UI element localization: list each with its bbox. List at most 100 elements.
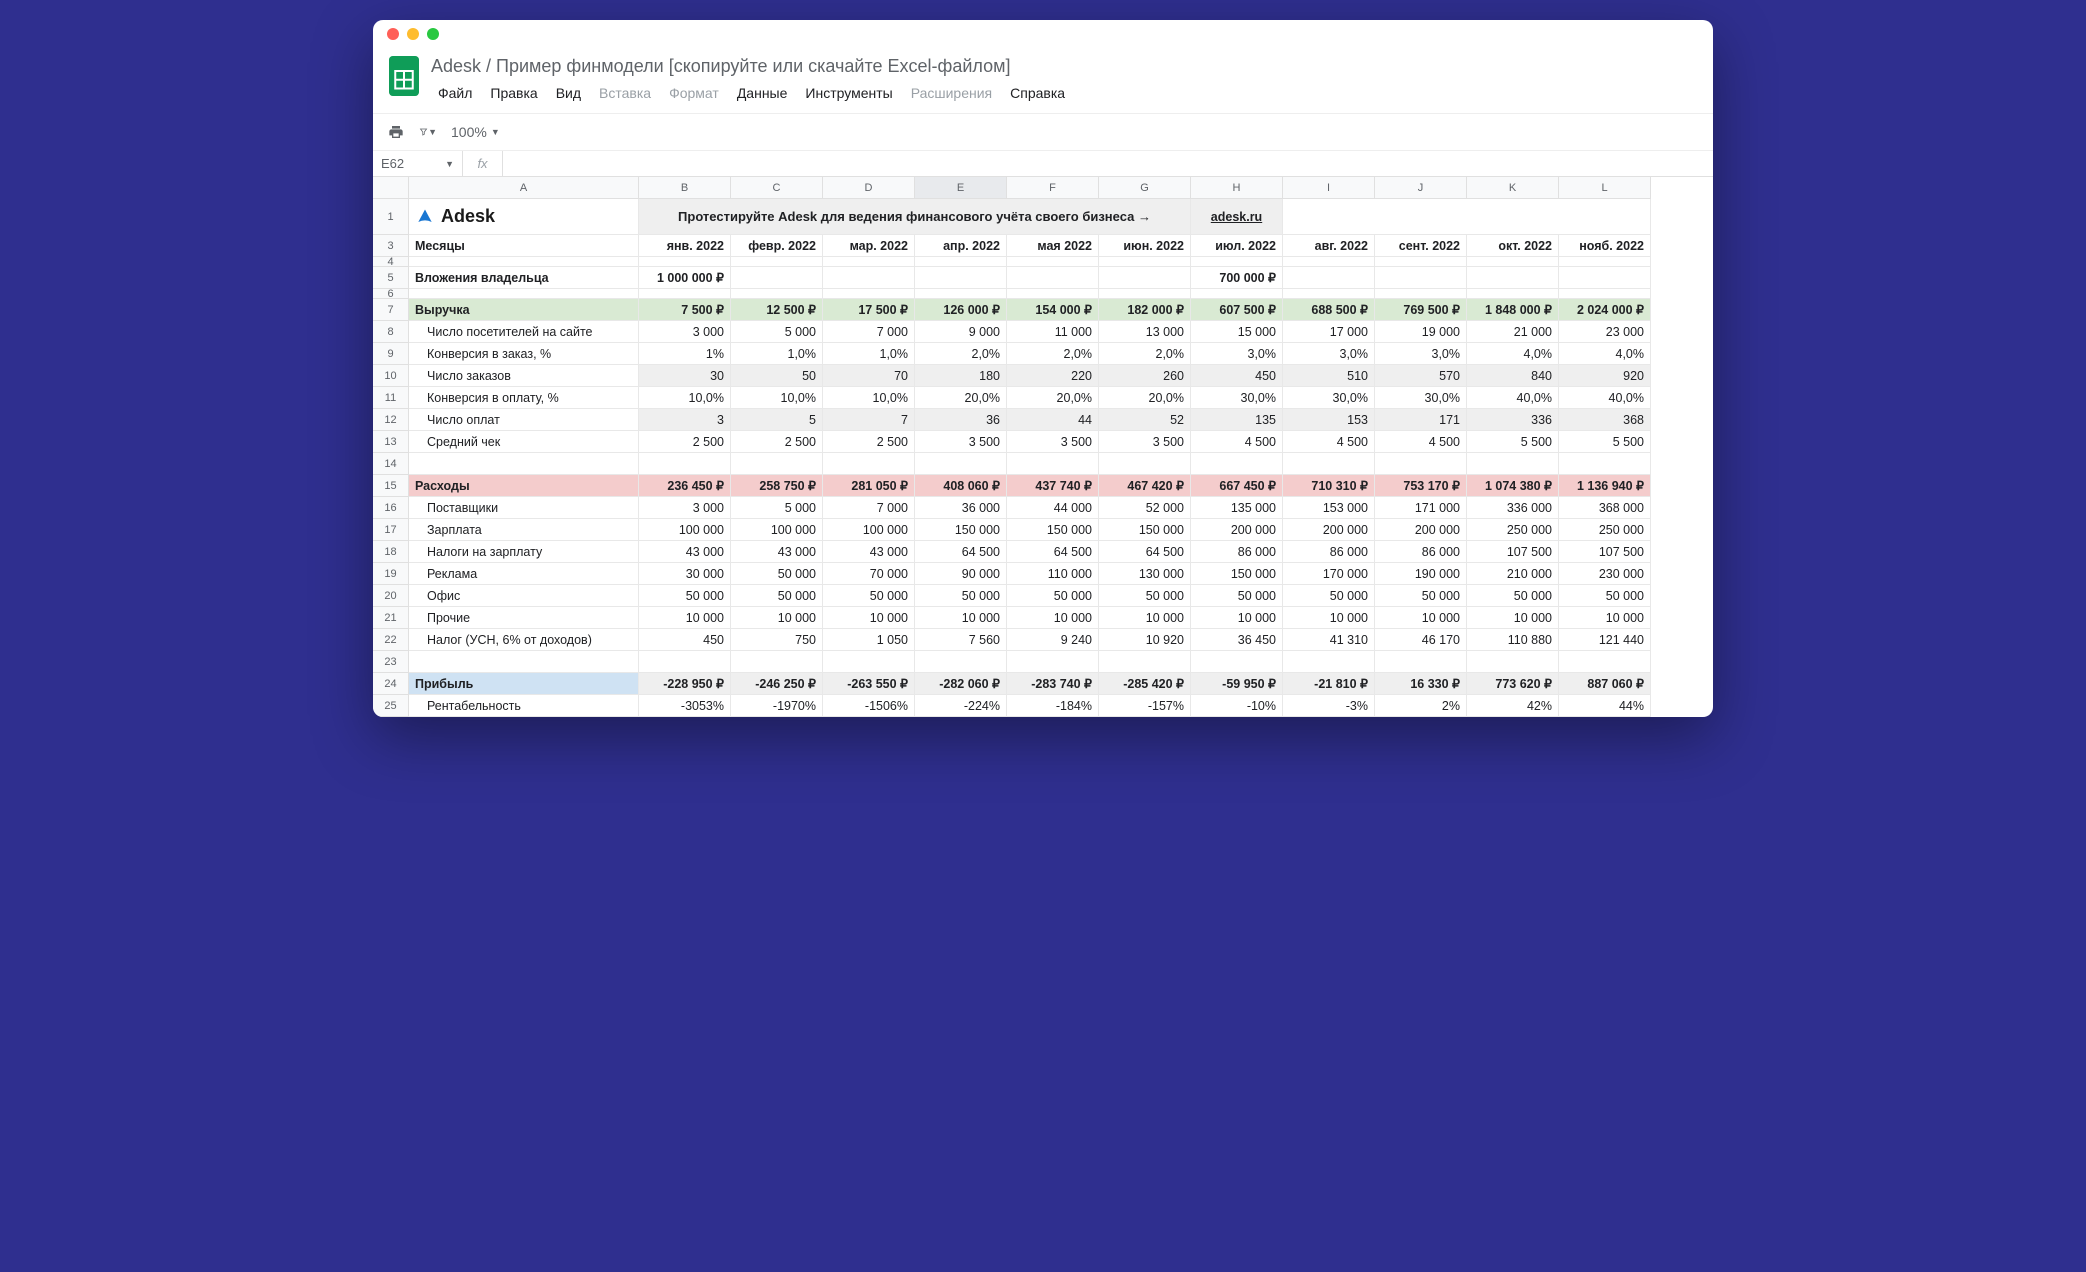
cell[interactable]: авг. 2022 (1283, 235, 1375, 257)
row-header[interactable]: 7 (373, 299, 409, 321)
cell[interactable]: 2,0% (1007, 343, 1099, 365)
cell[interactable]: 100 000 (639, 519, 731, 541)
cell[interactable]: 230 000 (1559, 563, 1651, 585)
cell[interactable]: мар. 2022 (823, 235, 915, 257)
cell[interactable]: 44 (1007, 409, 1099, 431)
row-label[interactable]: Рентабельность (409, 695, 639, 717)
cell[interactable] (1099, 453, 1191, 475)
cell[interactable]: 4 500 (1191, 431, 1283, 453)
cell[interactable]: 250 000 (1467, 519, 1559, 541)
cell[interactable] (1007, 257, 1099, 267)
cell[interactable]: 220 (1007, 365, 1099, 387)
cell[interactable]: 110 880 (1467, 629, 1559, 651)
cell[interactable]: 200 000 (1375, 519, 1467, 541)
cell[interactable]: 10 000 (823, 607, 915, 629)
cell[interactable]: 12 500 ₽ (731, 299, 823, 321)
cell[interactable]: 17 000 (1283, 321, 1375, 343)
cell[interactable] (409, 289, 639, 299)
cell[interactable]: 2% (1375, 695, 1467, 717)
cell[interactable]: 3,0% (1283, 343, 1375, 365)
cell[interactable] (1283, 199, 1651, 235)
cell[interactable]: 44 000 (1007, 497, 1099, 519)
column-header-K[interactable]: K (1467, 177, 1559, 199)
cell[interactable] (639, 453, 731, 475)
cell[interactable] (823, 257, 915, 267)
cell[interactable]: 5 000 (731, 497, 823, 519)
cell[interactable] (915, 257, 1007, 267)
cell[interactable] (1467, 651, 1559, 673)
cell[interactable]: 3 000 (639, 321, 731, 343)
row-header[interactable]: 18 (373, 541, 409, 563)
cell[interactable] (1007, 651, 1099, 673)
row-header[interactable]: 9 (373, 343, 409, 365)
cell[interactable] (1559, 267, 1651, 289)
cell[interactable]: -59 950 ₽ (1191, 673, 1283, 695)
cell[interactable]: 336 (1467, 409, 1559, 431)
column-header-B[interactable]: B (639, 177, 731, 199)
cell[interactable]: 1,0% (823, 343, 915, 365)
row-label[interactable]: Зарплата (409, 519, 639, 541)
cell[interactable]: 236 450 ₽ (639, 475, 731, 497)
cell[interactable] (1559, 257, 1651, 267)
row-header[interactable]: 21 (373, 607, 409, 629)
cell[interactable]: 7 (823, 409, 915, 431)
cell[interactable]: 3,0% (1191, 343, 1283, 365)
cell[interactable]: 840 (1467, 365, 1559, 387)
menu-insert[interactable]: Вставка (592, 81, 658, 105)
cell[interactable]: мая 2022 (1007, 235, 1099, 257)
cell[interactable]: 50 000 (823, 585, 915, 607)
cell[interactable] (915, 289, 1007, 299)
menu-help[interactable]: Справка (1003, 81, 1072, 105)
cell[interactable]: 3 500 (915, 431, 1007, 453)
cell[interactable]: 5 500 (1467, 431, 1559, 453)
cell[interactable]: 3 500 (1007, 431, 1099, 453)
cell[interactable] (1191, 453, 1283, 475)
cell[interactable]: 40,0% (1467, 387, 1559, 409)
cell[interactable] (1283, 453, 1375, 475)
cell[interactable]: 50 000 (1375, 585, 1467, 607)
row-label[interactable]: Число оплат (409, 409, 639, 431)
cell[interactable]: 154 000 ₽ (1007, 299, 1099, 321)
cell[interactable]: 100 000 (731, 519, 823, 541)
cell[interactable] (823, 453, 915, 475)
cell[interactable] (1467, 257, 1559, 267)
cell[interactable]: 667 450 ₽ (1191, 475, 1283, 497)
cell[interactable]: 153 (1283, 409, 1375, 431)
cell[interactable] (639, 651, 731, 673)
menu-data[interactable]: Данные (730, 81, 795, 105)
cell[interactable]: 30,0% (1191, 387, 1283, 409)
cell[interactable]: 135 000 (1191, 497, 1283, 519)
column-header-J[interactable]: J (1375, 177, 1467, 199)
row-header[interactable]: 25 (373, 695, 409, 717)
cell[interactable]: 2 500 (823, 431, 915, 453)
cell[interactable]: 50 000 (1007, 585, 1099, 607)
cell[interactable]: 10 000 (1559, 607, 1651, 629)
cell[interactable]: февр. 2022 (731, 235, 823, 257)
cell[interactable]: 4,0% (1467, 343, 1559, 365)
menu-tools[interactable]: Инструменты (798, 81, 899, 105)
row-header[interactable]: 22 (373, 629, 409, 651)
cell[interactable]: 5 (731, 409, 823, 431)
row-header[interactable]: 24 (373, 673, 409, 695)
promo-link[interactable]: adesk.ru (1191, 199, 1283, 235)
cell[interactable]: 50 000 (639, 585, 731, 607)
cell[interactable]: 150 000 (1007, 519, 1099, 541)
cell[interactable]: 1,0% (731, 343, 823, 365)
cell[interactable]: 10,0% (823, 387, 915, 409)
cell[interactable]: 10 000 (915, 607, 1007, 629)
cell[interactable]: -10% (1191, 695, 1283, 717)
cell[interactable]: 750 (731, 629, 823, 651)
cell[interactable]: 5 500 (1559, 431, 1651, 453)
cell[interactable]: 36 450 (1191, 629, 1283, 651)
row-header[interactable]: 17 (373, 519, 409, 541)
cell[interactable]: 64 500 (1007, 541, 1099, 563)
row-header[interactable]: 11 (373, 387, 409, 409)
google-sheets-icon[interactable] (387, 54, 421, 98)
cell[interactable]: 30 000 (639, 563, 731, 585)
cell[interactable]: 2,0% (915, 343, 1007, 365)
column-header-F[interactable]: F (1007, 177, 1099, 199)
cell[interactable]: 1 050 (823, 629, 915, 651)
cell[interactable]: 180 (915, 365, 1007, 387)
cell[interactable] (1007, 289, 1099, 299)
cell[interactable]: 1 000 000 ₽ (639, 267, 731, 289)
